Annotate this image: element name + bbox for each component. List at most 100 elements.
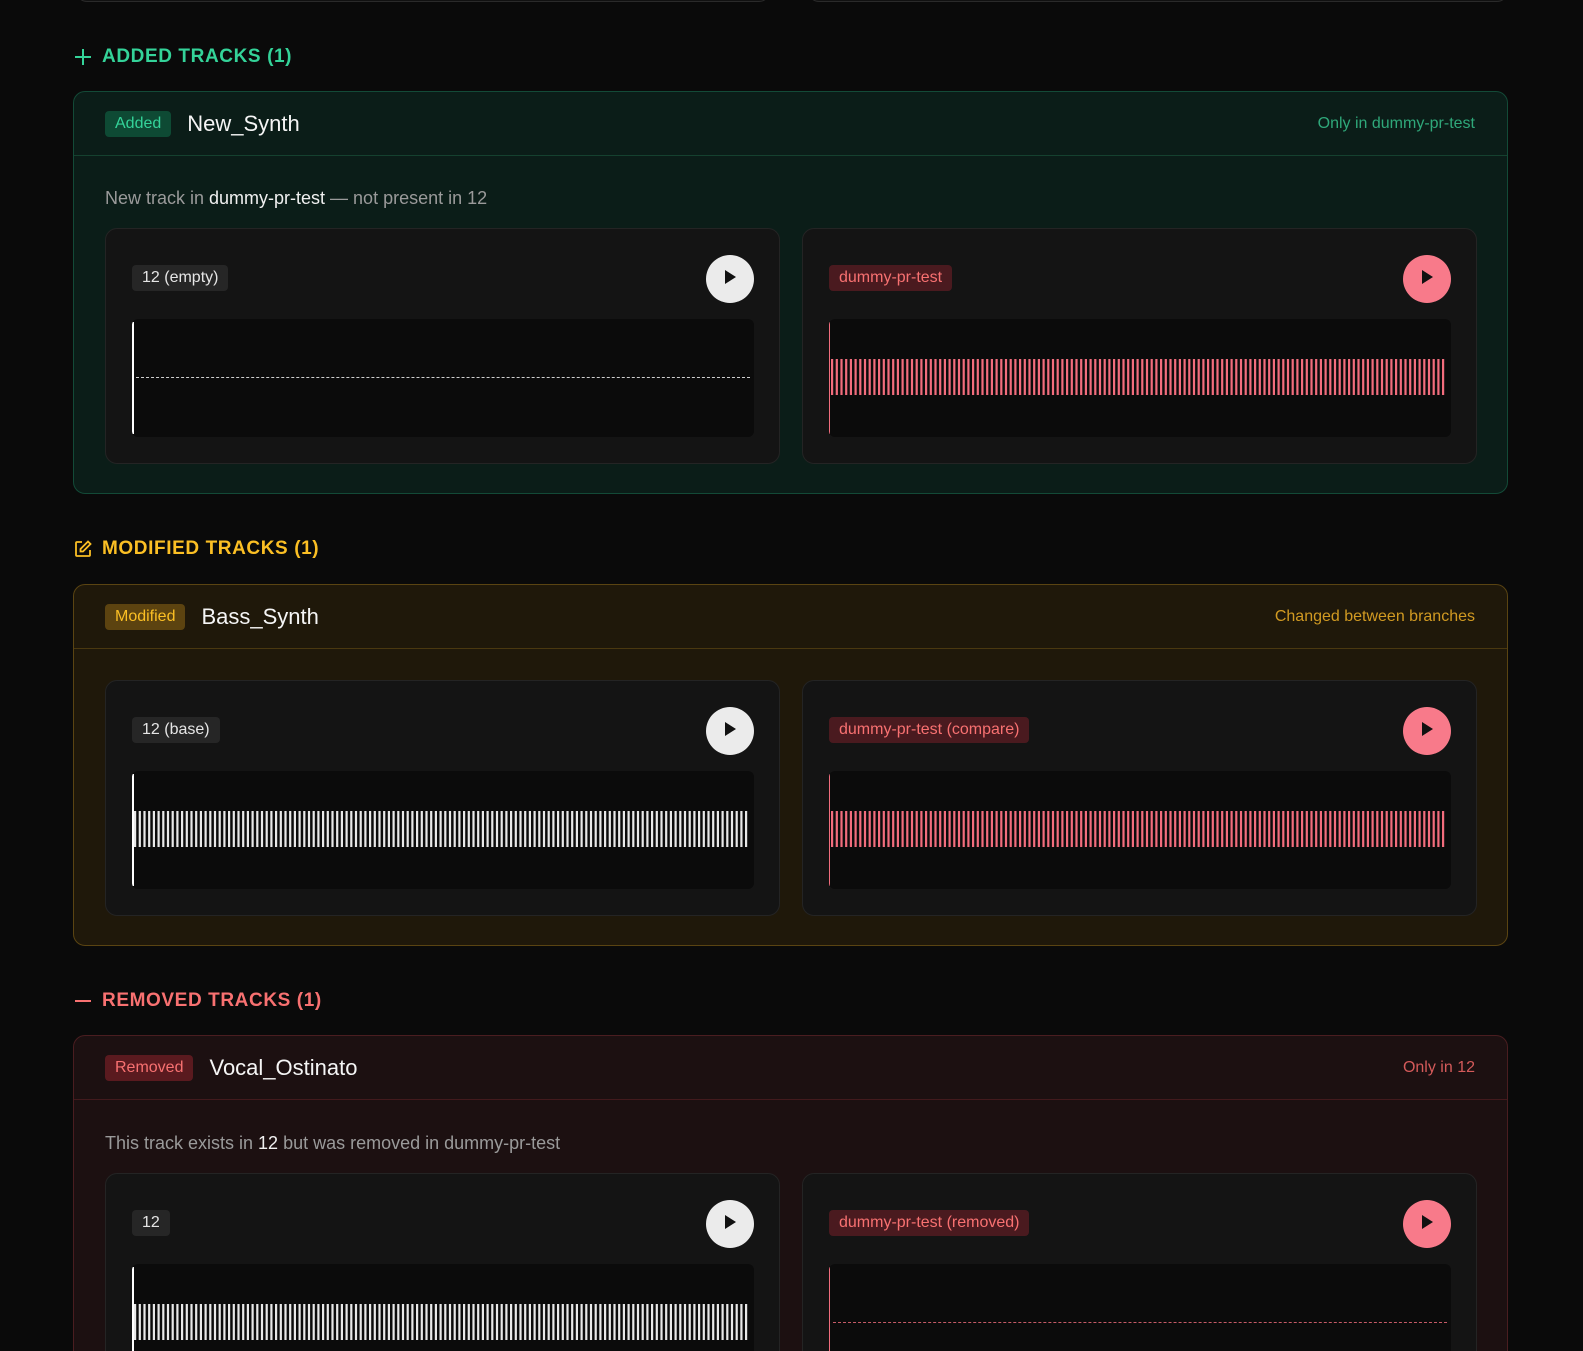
waveform-bar (1437, 811, 1440, 847)
waveform-bar (199, 811, 202, 847)
waveform-bar (1390, 811, 1393, 847)
waveform-bar (242, 811, 245, 847)
removed-badge: Removed (105, 1054, 194, 1081)
play-button[interactable] (1403, 707, 1451, 755)
waveform-bar (317, 1304, 320, 1340)
waveform-bar (397, 811, 400, 847)
waveform-bar (256, 1304, 259, 1340)
waveform-bar (1376, 811, 1379, 847)
play-button[interactable] (706, 255, 754, 303)
waveform-bar (293, 1304, 296, 1340)
waveform-bar (712, 1304, 715, 1340)
waveform-bar (1178, 811, 1181, 847)
waveform-bar (1089, 811, 1092, 847)
waveform-bar (260, 1304, 264, 1340)
waveform-bar (1197, 811, 1200, 847)
waveform-bar (835, 811, 838, 847)
waveform-bar (575, 811, 578, 847)
waveform-bar (566, 1304, 569, 1340)
waveform-bar (674, 811, 677, 847)
waveform-bar (896, 359, 899, 395)
waveform-bar (1366, 359, 1369, 395)
waveform-bar (312, 1304, 315, 1340)
waveform-bar (463, 1304, 466, 1340)
waveform-bar (953, 811, 956, 847)
waveform-bar (218, 1304, 221, 1340)
track-name: New_Synth (187, 110, 300, 136)
waveform-bar (740, 1304, 743, 1340)
playhead[interactable] (132, 322, 134, 434)
added-track-card: Added New_Synth Only in dummy-pr-test Ne… (73, 91, 1508, 494)
waveform-bar (195, 811, 198, 847)
waveform-bar (688, 811, 691, 847)
waveform[interactable] (132, 1264, 754, 1351)
waveform-bar (1301, 811, 1304, 847)
waveform-bar (1098, 811, 1102, 847)
waveform-bar (1047, 811, 1050, 847)
waveform-bar (354, 811, 358, 847)
waveform-bar (622, 811, 625, 847)
play-button[interactable] (1403, 1200, 1451, 1248)
waveform-bar (1000, 359, 1003, 395)
waveform-bar (1286, 811, 1290, 847)
waveform-bar (185, 811, 188, 847)
waveform-bar (627, 811, 630, 847)
waveform-bar (138, 1304, 141, 1340)
waveform-bar (166, 1304, 170, 1340)
waveform-bar (171, 1304, 174, 1340)
waveform-bar (505, 811, 508, 847)
waveform-bar (340, 1304, 343, 1340)
waveform-bar (336, 811, 339, 847)
waveform-bar (223, 811, 226, 847)
waveform-bar (939, 811, 942, 847)
waveform[interactable] (132, 319, 754, 437)
waveform-bar (580, 1304, 583, 1340)
waveform-bar (882, 811, 885, 847)
waveform-bar (1009, 359, 1012, 395)
play-icon (1420, 1214, 1434, 1235)
waveform-bar (322, 811, 325, 847)
waveform-bar (336, 1304, 339, 1340)
waveform-bar (552, 811, 555, 847)
waveform-bar (1225, 359, 1228, 395)
waveform-bar (1051, 359, 1055, 395)
waveform-bar (251, 1304, 254, 1340)
waveform-bar (1150, 359, 1153, 395)
waveform-bar (528, 811, 531, 847)
waveform-bar (1404, 359, 1407, 395)
waveform-bar (669, 811, 672, 847)
playhead[interactable] (829, 1267, 830, 1351)
waveform-bar (1070, 359, 1073, 395)
waveform-bar (892, 811, 895, 847)
waveform-bar (618, 811, 621, 847)
waveform-bar (1014, 359, 1017, 395)
waveform-bar (641, 811, 644, 847)
waveform-bar (1056, 811, 1059, 847)
play-button[interactable] (706, 1200, 754, 1248)
play-icon (1420, 269, 1434, 290)
waveform-bar (232, 811, 235, 847)
waveform-bar (910, 811, 914, 847)
waveform[interactable] (829, 319, 1451, 437)
play-button[interactable] (1403, 255, 1451, 303)
base-branch-label: 12 (empty) (132, 265, 229, 291)
waveform-bar (1427, 811, 1431, 847)
waveform[interactable] (829, 1264, 1451, 1351)
waveform-bar (660, 1304, 663, 1340)
waveform-bar (326, 811, 329, 847)
base-audio-panel: 12 (105, 1173, 780, 1351)
waveform-bar (195, 1304, 198, 1340)
waveform-bar (345, 811, 348, 847)
waveform-bar (1188, 811, 1191, 847)
waveform-bar (646, 1304, 649, 1340)
waveform-bar (425, 1304, 428, 1340)
waveform-bar (246, 811, 249, 847)
waveform[interactable] (132, 771, 754, 889)
waveform-bar (1263, 359, 1266, 395)
play-button[interactable] (706, 707, 754, 755)
waveform-bar (604, 811, 607, 847)
empty-waveform-line (136, 377, 750, 378)
waveform[interactable] (829, 771, 1451, 889)
waveform-bar (1174, 359, 1177, 395)
waveform-bar (716, 811, 719, 847)
